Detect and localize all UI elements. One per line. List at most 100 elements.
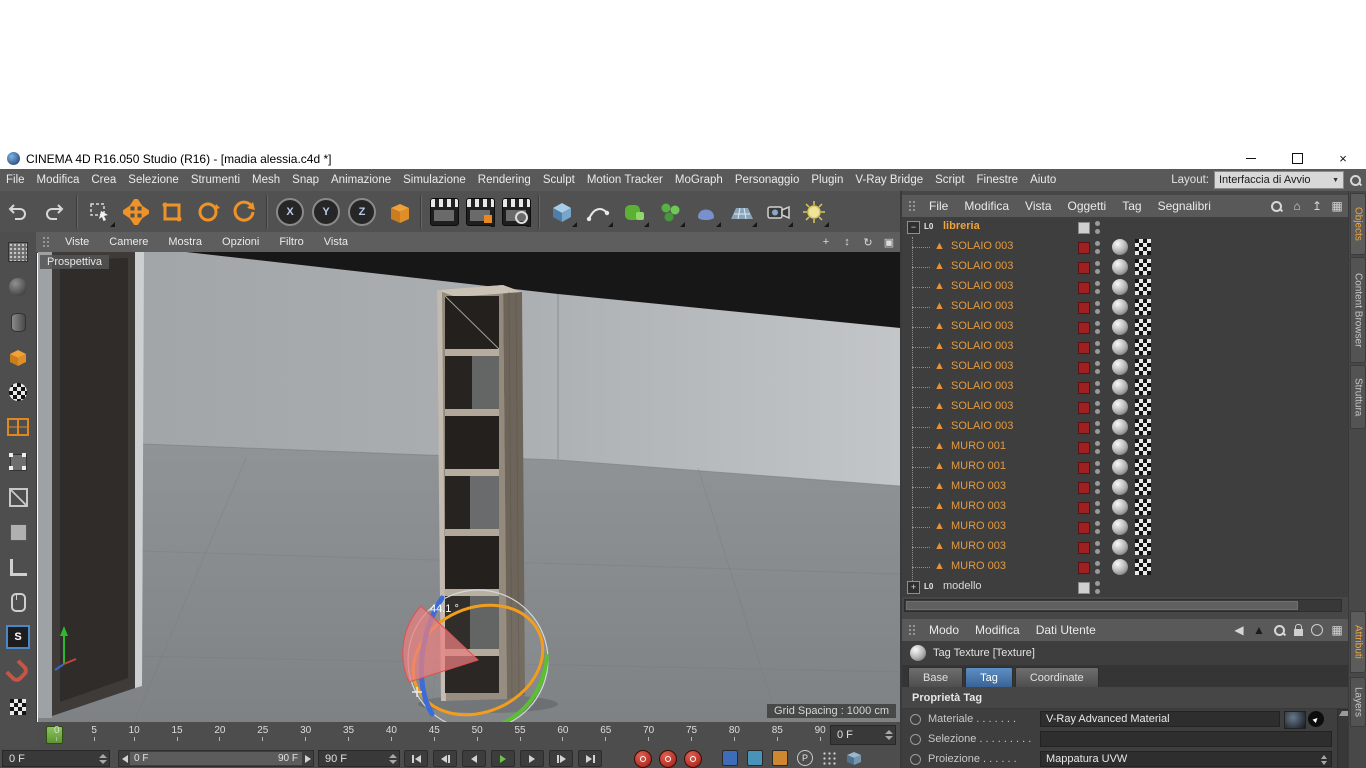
- keyframe-dot-icon[interactable]: [910, 713, 921, 725]
- menu-item-vray-bridge[interactable]: V-Ray Bridge: [849, 169, 929, 191]
- material-tag-icon[interactable]: [1112, 399, 1128, 415]
- material-tag-icon[interactable]: [1112, 319, 1128, 335]
- workplane-mode-button[interactable]: [3, 412, 33, 442]
- object-name[interactable]: SOLAIO 003: [951, 380, 1013, 392]
- am-menu-dati-utente[interactable]: Dati Utente: [1028, 623, 1104, 637]
- uvw-tag-icon[interactable]: [1135, 459, 1151, 475]
- object-name[interactable]: SOLAIO 003: [951, 280, 1013, 292]
- pick-material-button[interactable]: ▲: [1308, 711, 1324, 727]
- visibility-dots[interactable]: [1095, 341, 1100, 354]
- model-mode-button[interactable]: [3, 272, 33, 302]
- layer-color-chip[interactable]: [1078, 342, 1090, 354]
- layer-color-chip[interactable]: [1078, 222, 1090, 234]
- home-icon[interactable]: ⌂: [1291, 199, 1303, 213]
- lock-icon[interactable]: [1294, 624, 1303, 636]
- object-row-group[interactable]: − L0 libreria: [902, 217, 1348, 237]
- coordinate-system-button[interactable]: [381, 195, 415, 229]
- side-tab-content-browser[interactable]: Content Browser: [1350, 257, 1366, 363]
- object-name[interactable]: MURO 003: [951, 480, 1006, 492]
- object-row[interactable]: ▲ MURO 003: [902, 497, 1348, 517]
- use-model-mode-button[interactable]: [3, 342, 33, 372]
- visibility-dots[interactable]: [1095, 221, 1100, 234]
- range-right-arrow-icon[interactable]: [302, 752, 313, 765]
- menu-item-file[interactable]: File: [0, 169, 31, 191]
- viewport-3d[interactable]: 44.1 ° Prospettiva Grid Spacing : 1000 c…: [38, 252, 900, 722]
- materiale-field[interactable]: V-Ray Advanced Material: [1040, 711, 1280, 727]
- material-tag-icon[interactable]: [1112, 439, 1128, 455]
- object-row[interactable]: ▲ SOLAIO 003: [902, 257, 1348, 277]
- object-name[interactable]: MURO 003: [951, 520, 1006, 532]
- uvw-tag-icon[interactable]: [1135, 419, 1151, 435]
- layer-color-chip[interactable]: [1078, 402, 1090, 414]
- am-section-header[interactable]: Proprietà Tag: [902, 687, 1348, 709]
- make-editable-button[interactable]: [3, 237, 33, 267]
- environment-floor-button[interactable]: [725, 195, 759, 229]
- object-name[interactable]: SOLAIO 003: [951, 400, 1013, 412]
- uvw-tag-icon[interactable]: [1135, 259, 1151, 275]
- enable-axis-button[interactable]: [3, 552, 33, 582]
- keyframe-dot-icon[interactable]: [910, 733, 921, 745]
- record-position-toggle[interactable]: [722, 750, 738, 766]
- object-row[interactable]: ▲ MURO 001: [902, 437, 1348, 457]
- uvw-tag-icon[interactable]: [1135, 279, 1151, 295]
- redo-button[interactable]: [37, 195, 71, 229]
- render-view-button[interactable]: [427, 195, 461, 229]
- object-axis-mode-button[interactable]: [3, 307, 33, 337]
- object-row-group[interactable]: + L0 modello: [902, 577, 1348, 597]
- object-name[interactable]: modello: [943, 580, 982, 592]
- om-menu-tag[interactable]: Tag: [1114, 199, 1149, 213]
- object-manager-tree[interactable]: − L0 libreria ▲ SOLAIO 003 ▲ SOLAIO 003: [902, 217, 1348, 597]
- timeline-frame-field[interactable]: 0 F: [830, 725, 896, 745]
- magnet-snap-button[interactable]: [3, 657, 33, 687]
- minimize-button[interactable]: [1228, 148, 1274, 169]
- z-axis-lock-button[interactable]: Z: [345, 195, 379, 229]
- camera-button[interactable]: [761, 195, 795, 229]
- object-row[interactable]: ▲ SOLAIO 003: [902, 317, 1348, 337]
- menu-item-rendering[interactable]: Rendering: [472, 169, 537, 191]
- tab-tag[interactable]: Tag: [965, 667, 1013, 687]
- y-axis-lock-button[interactable]: Y: [309, 195, 343, 229]
- visibility-dots[interactable]: [1095, 361, 1100, 374]
- object-name[interactable]: MURO 001: [951, 440, 1006, 452]
- object-name[interactable]: SOLAIO 003: [951, 340, 1013, 352]
- visibility-dots[interactable]: [1095, 421, 1100, 434]
- x-axis-lock-button[interactable]: X: [273, 195, 307, 229]
- search-icon[interactable]: [1273, 624, 1286, 637]
- panel-grip-icon[interactable]: [42, 236, 51, 248]
- object-row[interactable]: ▲ MURO 003: [902, 517, 1348, 537]
- search-icon[interactable]: [1349, 174, 1362, 187]
- material-tag-icon[interactable]: [1112, 459, 1128, 475]
- material-tag-icon[interactable]: [1112, 499, 1128, 515]
- object-name[interactable]: MURO 003: [951, 540, 1006, 552]
- record-keyframe-button[interactable]: [634, 750, 652, 768]
- material-tag-icon[interactable]: [1112, 239, 1128, 255]
- tab-base[interactable]: Base: [908, 667, 964, 687]
- material-tag-icon[interactable]: [1112, 259, 1128, 275]
- record-scale-toggle[interactable]: [747, 750, 763, 766]
- render-settings-button[interactable]: [499, 195, 533, 229]
- selezione-field[interactable]: [1040, 731, 1332, 747]
- menu-item-crea[interactable]: Crea: [85, 169, 122, 191]
- uvw-tag-icon[interactable]: [1135, 359, 1151, 375]
- visibility-dots[interactable]: [1095, 461, 1100, 474]
- menu-item-animazione[interactable]: Animazione: [325, 169, 397, 191]
- range-left-arrow-icon[interactable]: [119, 752, 130, 765]
- panel-grip-icon[interactable]: [908, 200, 917, 212]
- am-menu-modifica[interactable]: Modifica: [967, 623, 1028, 637]
- layer-color-chip[interactable]: [1078, 362, 1090, 374]
- visibility-dots[interactable]: [1095, 581, 1100, 594]
- menu-item-snap[interactable]: Snap: [286, 169, 325, 191]
- object-name[interactable]: SOLAIO 003: [951, 360, 1013, 372]
- vp-menu-filtro[interactable]: Filtro: [269, 236, 313, 248]
- menu-item-sculpt[interactable]: Sculpt: [537, 169, 581, 191]
- visibility-dots[interactable]: [1095, 301, 1100, 314]
- om-horizontal-scrollbar[interactable]: [904, 599, 1342, 612]
- layer-color-chip[interactable]: [1078, 482, 1090, 494]
- preview-range-slider[interactable]: 0 F 90 F: [118, 750, 314, 767]
- previous-frame-button[interactable]: [462, 750, 486, 767]
- spinner-arrows[interactable]: [99, 751, 107, 766]
- side-tab-objects[interactable]: Objects: [1350, 193, 1366, 255]
- menu-item-mesh[interactable]: Mesh: [246, 169, 286, 191]
- visibility-dots[interactable]: [1095, 381, 1100, 394]
- viewport-canvas[interactable]: 44.1 °: [38, 252, 900, 722]
